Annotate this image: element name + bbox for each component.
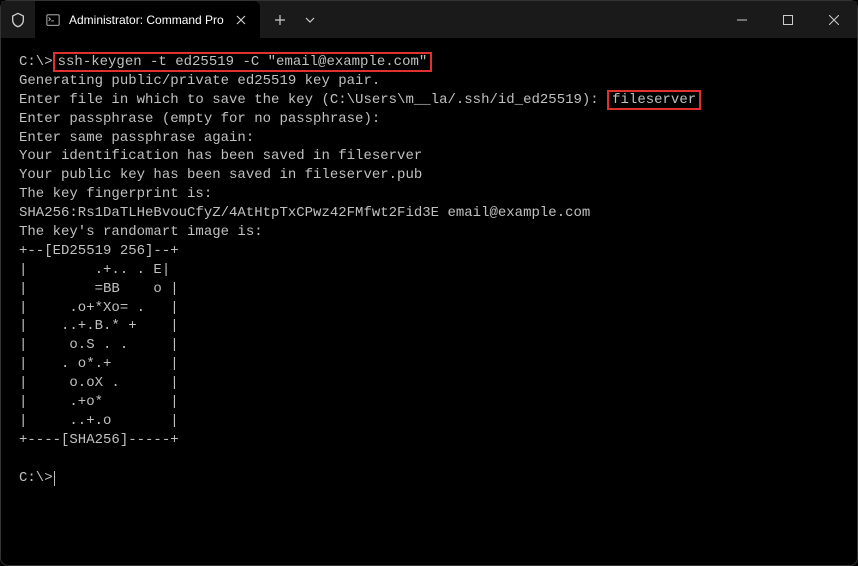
titlebar: Administrator: Command Pro <box>1 1 857 39</box>
terminal-line: Enter file in which to save the key (C:\… <box>19 92 607 108</box>
command-highlight: ssh-keygen -t ed25519 -C "email@example.… <box>53 52 433 72</box>
terminal-line: Enter passphrase (empty for no passphras… <box>19 111 380 127</box>
randomart-line: +--[ED25519 256]--+ <box>19 243 179 259</box>
close-icon[interactable] <box>232 11 250 29</box>
randomart-line: | o.S . . | <box>19 337 179 353</box>
minimize-button[interactable] <box>719 1 765 38</box>
terminal-line: The key fingerprint is: <box>19 186 212 202</box>
randomart-line: | o.oX . | <box>19 375 179 391</box>
chevron-down-icon[interactable] <box>296 6 324 34</box>
titlebar-left: Administrator: Command Pro <box>1 1 324 38</box>
shield-icon <box>1 1 35 38</box>
tab-command-prompt[interactable]: Administrator: Command Pro <box>35 1 260 38</box>
randomart-line: | ..+.B.* + | <box>19 318 179 334</box>
terminal-line: Generating public/private ed25519 key pa… <box>19 73 380 89</box>
close-window-button[interactable] <box>811 1 857 38</box>
terminal-line: The key's randomart image is: <box>19 224 263 240</box>
randomart-line: | ..+.o | <box>19 413 179 429</box>
filename-highlight: fileserver <box>607 90 701 110</box>
randomart-line: | .o+*Xo= . | <box>19 300 179 316</box>
maximize-button[interactable] <box>765 1 811 38</box>
terminal-line: Your public key has been saved in filese… <box>19 167 422 183</box>
terminal-line: Your identification has been saved in fi… <box>19 148 422 164</box>
randomart-line: +----[SHA256]-----+ <box>19 432 179 448</box>
window-controls <box>719 1 857 38</box>
randomart-line: | .+.. . E| <box>19 262 170 278</box>
randomart-line: | .+o* | <box>19 394 179 410</box>
randomart-line: | =BB o | <box>19 281 179 297</box>
terminal-line: SHA256:Rs1DaTLHeBvouCfyZ/4AtHtpTxCPwz42F… <box>19 205 590 221</box>
randomart-line: | . o*.+ | <box>19 356 179 372</box>
cursor <box>54 471 55 486</box>
terminal-output[interactable]: C:\>ssh-keygen -t ed25519 -C "email@exam… <box>1 39 857 501</box>
prompt: C:\> <box>19 54 53 70</box>
tab-title: Administrator: Command Pro <box>69 13 224 27</box>
new-tab-button[interactable] <box>264 4 296 36</box>
terminal-line: Enter same passphrase again: <box>19 130 254 146</box>
terminal-icon <box>45 12 61 28</box>
prompt: C:\> <box>19 470 53 486</box>
